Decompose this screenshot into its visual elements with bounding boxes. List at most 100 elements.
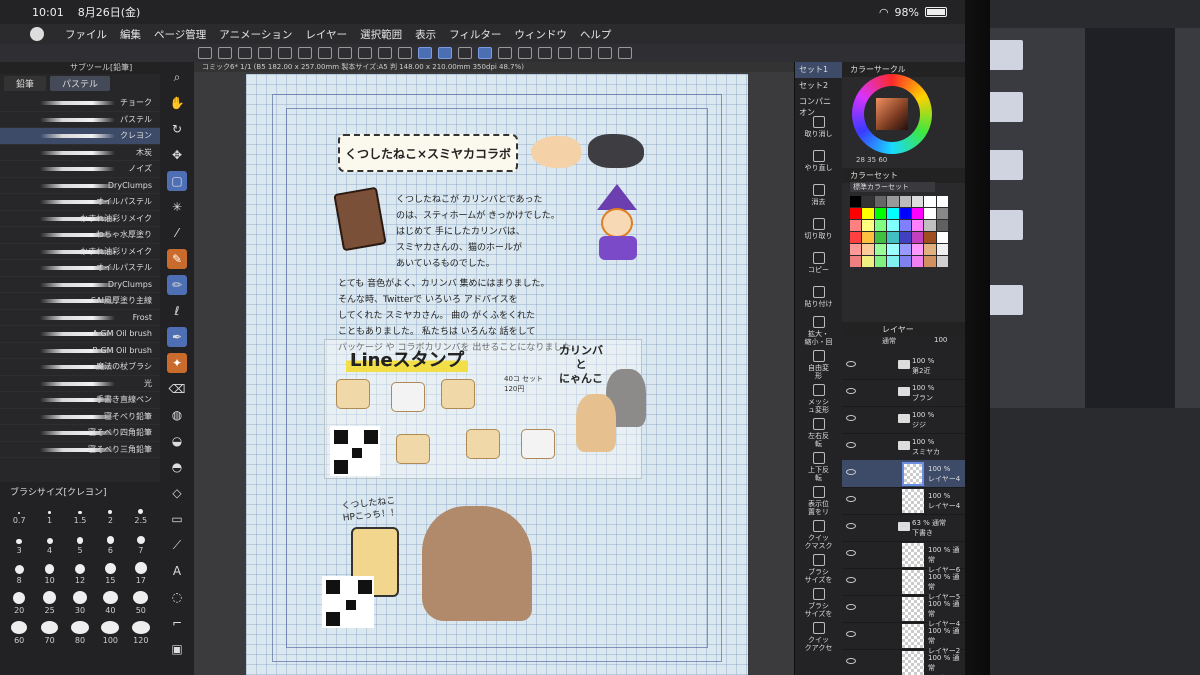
color-swatch[interactable] — [887, 232, 899, 243]
color-swatch[interactable] — [874, 220, 887, 231]
brush-size-option[interactable]: 3 — [4, 531, 34, 555]
color-swatch[interactable] — [899, 232, 911, 243]
layer-folder-row[interactable]: 100 % スミヤカ — [842, 433, 965, 461]
color-set-select[interactable]: 標準カラーセット — [850, 182, 935, 192]
color-swatch[interactable] — [850, 196, 862, 207]
eraser-icon[interactable] — [538, 47, 552, 59]
settings-icon[interactable] — [298, 47, 312, 59]
visibility-eye-icon[interactable] — [846, 469, 856, 475]
command-button[interactable]: メッシ ュ変形 — [795, 382, 842, 416]
color-swatch[interactable] — [850, 220, 862, 231]
command-button[interactable]: 左右反転 — [795, 416, 842, 450]
layer-folder-row[interactable]: 63 % 通常 下書き — [842, 514, 965, 542]
brush-item[interactable]: 光 — [0, 376, 160, 392]
pencil-icon[interactable] — [438, 47, 452, 59]
menu-help[interactable]: ヘルプ — [580, 27, 612, 42]
brush-size-option[interactable]: 7 — [126, 531, 156, 555]
layer-folder-row[interactable]: 100 % ジジ — [842, 406, 965, 434]
color-swatch[interactable] — [887, 256, 899, 267]
color-swatch[interactable] — [911, 220, 924, 231]
color-swatch[interactable] — [924, 220, 936, 231]
brush-size-option[interactable]: 80 — [65, 621, 95, 645]
color-swatch[interactable] — [911, 232, 924, 243]
tab-pastel[interactable]: パステル — [50, 76, 111, 91]
menu-animation[interactable]: アニメーション — [219, 27, 292, 42]
rectangle-icon[interactable] — [558, 47, 572, 59]
color-swatch[interactable] — [899, 256, 911, 267]
visibility-eye-icon[interactable] — [846, 388, 856, 394]
fill-tool-icon[interactable]: ◒ — [167, 431, 187, 451]
brush-item[interactable]: チョーク — [0, 95, 160, 112]
brush-item[interactable]: DryClumps — [0, 178, 160, 194]
brush-size-option[interactable]: 12 — [65, 561, 95, 585]
visibility-eye-icon[interactable] — [846, 361, 856, 367]
color-swatch[interactable] — [936, 208, 948, 219]
brush-item[interactable]: ノイズ — [0, 161, 160, 178]
brush-item[interactable]: かすれ油彩リメイク — [0, 211, 160, 227]
gradient-tool-icon[interactable]: ◓ — [167, 457, 187, 477]
brush-item[interactable]: かすれ油彩リメイク — [0, 244, 160, 260]
brush-item[interactable]: 寝そべり三角鉛筆 — [0, 442, 160, 458]
brush-size-option[interactable]: 2 — [95, 501, 125, 525]
color-swatch[interactable] — [862, 208, 874, 219]
layer-row[interactable]: 100 % 通常 レイヤー5 — [842, 568, 965, 601]
menu-selection[interactable]: 選択範囲 — [360, 27, 402, 42]
color-swatch[interactable] — [850, 232, 862, 243]
color-swatch[interactable] — [887, 220, 899, 231]
brush-size-option[interactable]: 6 — [95, 531, 125, 555]
color-swatch[interactable] — [936, 244, 948, 255]
eyedropper-icon[interactable] — [618, 47, 632, 59]
brush-item[interactable]: A GM Oil brush — [0, 326, 160, 343]
device-icon[interactable] — [478, 47, 492, 59]
brush-size-option[interactable]: 2.5 — [126, 501, 156, 525]
bubble-icon[interactable] — [598, 47, 612, 59]
color-swatch[interactable] — [874, 244, 887, 255]
color-swatch[interactable] — [862, 256, 874, 267]
transform-icon[interactable] — [338, 47, 352, 59]
visibility-eye-icon[interactable] — [846, 658, 856, 664]
brush-item[interactable]: Frost — [0, 310, 160, 326]
opacity-value[interactable]: 100 — [934, 336, 947, 344]
ruler-tool-icon[interactable]: ⟋ — [167, 535, 187, 555]
layer-row[interactable]: 100 % 通常レイヤー3 — [842, 649, 965, 675]
brush-size-option[interactable]: 50 — [126, 591, 156, 615]
command-button[interactable]: ブラシ サイズを — [795, 552, 842, 586]
command-button[interactable]: 消去 — [795, 178, 842, 212]
brush-item[interactable]: パステル — [0, 112, 160, 128]
brush-item[interactable]: わちゃ水厚塗り — [0, 227, 160, 244]
redo-icon[interactable] — [278, 47, 292, 59]
color-tool-icon[interactable]: ▣ — [167, 639, 187, 659]
clear-icon[interactable] — [398, 47, 412, 59]
open-icon[interactable] — [218, 47, 232, 59]
frame-tool-icon[interactable]: ▭ — [167, 509, 187, 529]
brush-size-option[interactable]: 15 — [95, 561, 125, 585]
visibility-eye-icon[interactable] — [846, 577, 856, 583]
brush-item[interactable]: 寝そべり鉛筆 — [0, 409, 160, 425]
brush-item[interactable]: オイルパステル — [0, 260, 160, 277]
pen-tool-icon[interactable]: ✎ — [167, 249, 187, 269]
menu-edit[interactable]: 編集 — [120, 27, 141, 42]
brush-item[interactable]: B GM Oil brush — [0, 343, 160, 359]
visibility-eye-icon[interactable] — [846, 442, 856, 448]
layer-row[interactable]: 100 % レイヤー4 — [842, 487, 965, 515]
visibility-eye-icon[interactable] — [846, 415, 856, 421]
brush-item[interactable]: 手書き直線ペン — [0, 392, 160, 409]
color-swatch[interactable] — [924, 232, 936, 243]
command-button[interactable]: ブラシ サイズを — [795, 586, 842, 620]
move-icon[interactable]: ✥ — [167, 145, 187, 165]
color-swatch[interactable] — [862, 196, 874, 207]
brush-item[interactable]: SAI風厚塗り主線 — [0, 293, 160, 310]
visibility-eye-icon[interactable] — [846, 550, 856, 556]
marker-icon[interactable] — [518, 47, 532, 59]
brush-item[interactable]: オイルパステル — [0, 194, 160, 211]
brush-size-option[interactable]: 0.7 — [4, 501, 34, 525]
brush-size-option[interactable]: 30 — [65, 591, 95, 615]
balloon-tool-icon[interactable]: ◌ — [167, 587, 187, 607]
color-swatch[interactable] — [887, 208, 899, 219]
color-swatch[interactable] — [911, 208, 924, 219]
brush-size-option[interactable]: 20 — [4, 591, 34, 615]
visibility-eye-icon[interactable] — [846, 496, 856, 502]
canvas-paper[interactable]: くつしたねこ×スミヤカコラボ くつしたねこが カリンバとであった のは、スティホ… — [246, 74, 748, 675]
brush-item[interactable]: 木炭 — [0, 145, 160, 161]
brush-size-option[interactable]: 1 — [34, 501, 64, 525]
